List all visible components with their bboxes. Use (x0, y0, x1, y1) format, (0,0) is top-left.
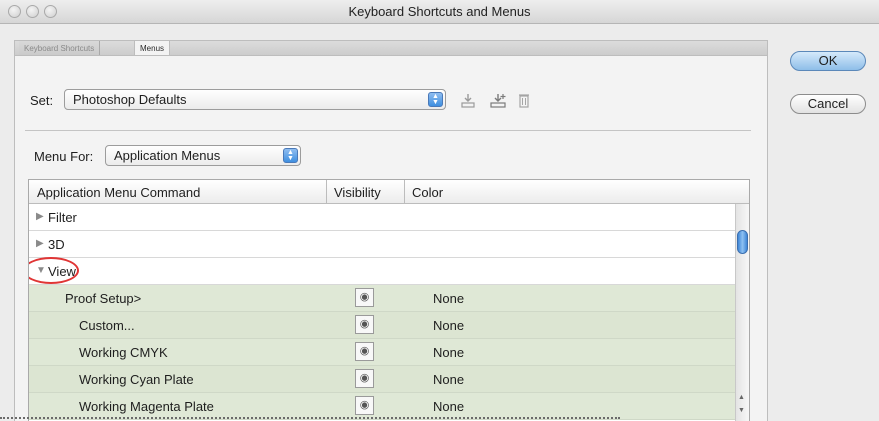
row-label: Working Magenta Plate (79, 399, 214, 414)
disclosure-expanded-icon[interactable]: ▼ (36, 265, 46, 276)
visibility-eye-icon[interactable]: ◉ (355, 288, 374, 307)
table-row-filter[interactable]: ▶ Filter (29, 204, 735, 231)
window-title: Keyboard Shortcuts and Menus (348, 4, 531, 19)
table-scrollbar[interactable]: ▲ ▼ (735, 204, 749, 421)
menu-for-label: Menu For: (34, 149, 94, 164)
column-header-command[interactable]: Application Menu Command (37, 185, 200, 200)
tab-keyboard-shortcuts[interactable]: Keyboard Shortcuts (19, 41, 101, 56)
scroll-up-arrow-icon[interactable]: ▲ (738, 394, 745, 401)
row-color[interactable]: None (433, 399, 464, 414)
dialog-window: Keyboard Shortcuts and Menus Keyboard Sh… (0, 0, 879, 421)
row-label: 3D (48, 237, 65, 252)
disclosure-collapsed-icon[interactable]: ▶ (36, 238, 44, 249)
save-set-icon[interactable] (460, 92, 476, 109)
row-color[interactable]: None (433, 318, 464, 333)
menu-for-select[interactable]: Application Menus ▲ ▼ (105, 145, 301, 166)
row-label: Proof Setup> (65, 291, 142, 306)
table-row-working-cmyk[interactable]: Working CMYK ◉ None (29, 339, 735, 366)
row-label: Custom... (79, 318, 135, 333)
set-select[interactable]: Photoshop Defaults ▲ ▼ (64, 89, 446, 110)
column-header-color[interactable]: Color (412, 185, 443, 200)
popup-arrows-icon: ▲ ▼ (283, 148, 298, 163)
dotted-border (0, 417, 620, 419)
table-row-custom[interactable]: Custom... ◉ None (29, 312, 735, 339)
row-color[interactable]: None (433, 291, 464, 306)
visibility-eye-icon[interactable]: ◉ (355, 315, 374, 334)
table-row-working-cyan-plate[interactable]: Working Cyan Plate ◉ None (29, 366, 735, 393)
save-as-set-icon[interactable] (489, 92, 506, 109)
set-select-value: Photoshop Defaults (73, 92, 187, 107)
ok-button[interactable]: OK (790, 51, 866, 71)
table-row-working-magenta-plate[interactable]: Working Magenta Plate ◉ None (29, 393, 735, 420)
column-divider (404, 180, 405, 204)
visibility-eye-icon[interactable]: ◉ (355, 369, 374, 388)
row-color[interactable]: None (433, 372, 464, 387)
scroll-down-arrow-icon[interactable]: ▼ (738, 407, 745, 414)
visibility-eye-icon[interactable]: ◉ (355, 396, 374, 415)
row-label: View (48, 264, 76, 279)
menu-for-select-value: Application Menus (114, 148, 221, 163)
cancel-button[interactable]: Cancel (790, 94, 866, 114)
disclosure-collapsed-icon[interactable]: ▶ (36, 211, 44, 222)
column-header-visibility[interactable]: Visibility (334, 185, 381, 200)
table-row-3d[interactable]: ▶ 3D (29, 231, 735, 258)
table-header: Application Menu Command Visibility Colo… (29, 180, 749, 204)
table-row-proof-setup[interactable]: Proof Setup> ◉ None (29, 285, 735, 312)
row-label: Filter (48, 210, 77, 225)
row-label: Working CMYK (79, 345, 168, 360)
tab-strip: Keyboard Shortcuts Menus (14, 40, 768, 58)
row-label: Working Cyan Plate (79, 372, 194, 387)
row-color[interactable]: None (433, 345, 464, 360)
table-row-view[interactable]: ▼ View (29, 257, 735, 285)
title-bar: Keyboard Shortcuts and Menus (0, 0, 879, 24)
delete-set-icon[interactable] (516, 92, 532, 109)
visibility-eye-icon[interactable]: ◉ (355, 342, 374, 361)
popup-arrows-icon: ▲ ▼ (428, 92, 443, 107)
section-divider (25, 130, 751, 131)
menu-commands-table: Application Menu Command Visibility Colo… (28, 179, 750, 421)
set-label: Set: (30, 93, 54, 108)
scrollbar-thumb[interactable] (737, 230, 748, 254)
column-divider (326, 180, 327, 204)
